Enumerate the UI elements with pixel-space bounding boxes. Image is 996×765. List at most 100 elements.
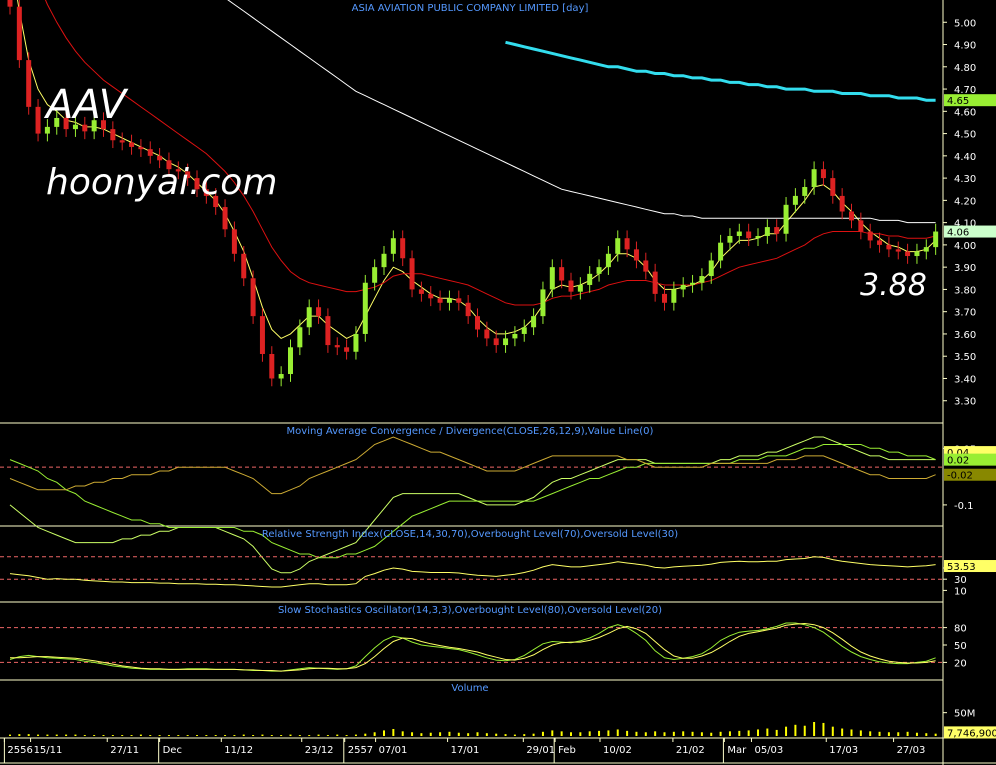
candle-body (147, 149, 153, 156)
x-tick-label: 10/02 (603, 745, 632, 756)
y-tick-label: 4.50 (954, 130, 976, 141)
candle-body (568, 280, 574, 292)
x-tick-label: 07/01 (379, 745, 408, 756)
candle-body (643, 260, 649, 272)
candle-body (297, 327, 303, 348)
x-tick-label: 17/01 (451, 745, 480, 756)
candle-body (577, 284, 583, 292)
candle-body (718, 242, 724, 261)
x-tick-label: 27/03 (897, 745, 926, 756)
candle-body (811, 169, 817, 188)
value-tag-label: -0.02 (947, 471, 973, 482)
candle-body (288, 347, 293, 375)
candle-body (830, 178, 836, 196)
candle-body (119, 140, 125, 143)
x-tick-label: 21/02 (676, 745, 705, 756)
candle-body (129, 142, 135, 147)
candle-body (671, 289, 677, 303)
candle-body (475, 316, 480, 330)
value-tag-label: 4.06 (947, 228, 969, 239)
candle-body (418, 289, 424, 294)
candle-body (16, 6, 22, 61)
candle-body (680, 284, 686, 290)
candle-body (465, 302, 471, 317)
candle-body (662, 293, 667, 303)
y-tick-label: 3.30 (954, 397, 976, 408)
candle-body (231, 229, 237, 254)
panel-title: Slow Stochastics Oscillator(14,3,3),Over… (278, 605, 662, 616)
candle-body (755, 235, 761, 239)
candle-body (774, 227, 780, 234)
candle-body (690, 282, 696, 285)
candle-body (157, 155, 163, 161)
y-tick-label: -0.1 (954, 501, 974, 512)
candle-body (250, 278, 256, 317)
y-tick-label: 3.60 (954, 330, 976, 341)
y-tick-label: 4.00 (954, 241, 976, 252)
candle-body (886, 244, 892, 250)
panel-title: Relative Strength Index(CLOSE,14,30,70),… (262, 529, 678, 540)
y-tick-label: 4.60 (954, 107, 976, 118)
candle-body (540, 289, 546, 317)
value-tag-label: 7,746,900 (947, 728, 996, 739)
y-tick-label: 30 (954, 575, 967, 586)
candle-body (259, 316, 265, 354)
candle-body (699, 276, 705, 283)
y-tick-label: 5.00 (954, 18, 976, 29)
candle-body (587, 273, 593, 285)
candle-body (652, 271, 658, 294)
candle-body (241, 253, 247, 279)
candle-body (792, 195, 798, 205)
x-tick-label: 17/03 (829, 745, 858, 756)
y-tick-label: 3.40 (954, 374, 976, 385)
candle-body (624, 238, 630, 250)
candle-body (802, 187, 808, 196)
candle-body (138, 146, 144, 150)
y-tick-label: 3.90 (954, 263, 976, 274)
candle-body (390, 238, 396, 254)
candle-body (456, 298, 462, 303)
candle-body (372, 267, 378, 283)
candle-body (727, 235, 733, 243)
candle-body (381, 253, 387, 268)
x-tick-label: Dec (163, 745, 182, 756)
y-tick-label: 4.20 (954, 196, 976, 207)
y-tick-label: 10 (954, 586, 967, 597)
candle-body (596, 267, 602, 274)
y-tick-label: 50 (954, 641, 967, 652)
candle-body (923, 247, 929, 252)
candle-body (905, 251, 911, 257)
candle-body (867, 231, 873, 241)
x-tick-label: 05/03 (754, 745, 783, 756)
candle-body (334, 345, 340, 348)
candle-body (849, 211, 854, 221)
y-tick-label: 4.40 (954, 152, 976, 163)
value-tag-label: 53.53 (947, 562, 976, 573)
watermark-symbol: AAV (46, 82, 127, 128)
value-tag-label: 0.02 (947, 456, 969, 467)
candle-body (615, 238, 621, 254)
candle-body (746, 231, 752, 239)
x-tick-label: 23/12 (305, 745, 334, 756)
candle-body (531, 316, 537, 328)
candle-body (362, 282, 368, 334)
candle-body (35, 106, 41, 134)
candle-body (7, 0, 13, 7)
candle-body (895, 249, 901, 252)
candle-body (783, 204, 789, 234)
stock-chart[interactable]: ASIA AVIATION PUBLIC COMPANY LIMITED [da… (0, 0, 996, 765)
last-close-label: 3.88 (860, 268, 927, 303)
x-tick-label: 27/11 (110, 745, 139, 756)
candle-body (306, 307, 312, 328)
candle-body (493, 338, 499, 346)
candle-body (839, 195, 845, 212)
candle-body (503, 338, 509, 346)
candle-body (708, 260, 714, 277)
candle-body (877, 240, 883, 245)
panel-title: Volume (451, 683, 488, 694)
panel-title: Moving Average Convergence / Divergence(… (287, 426, 654, 437)
x-tick-label: 2557 (348, 745, 373, 756)
candle-body (764, 227, 770, 236)
candle-body (344, 347, 350, 352)
candle-body (437, 298, 443, 303)
